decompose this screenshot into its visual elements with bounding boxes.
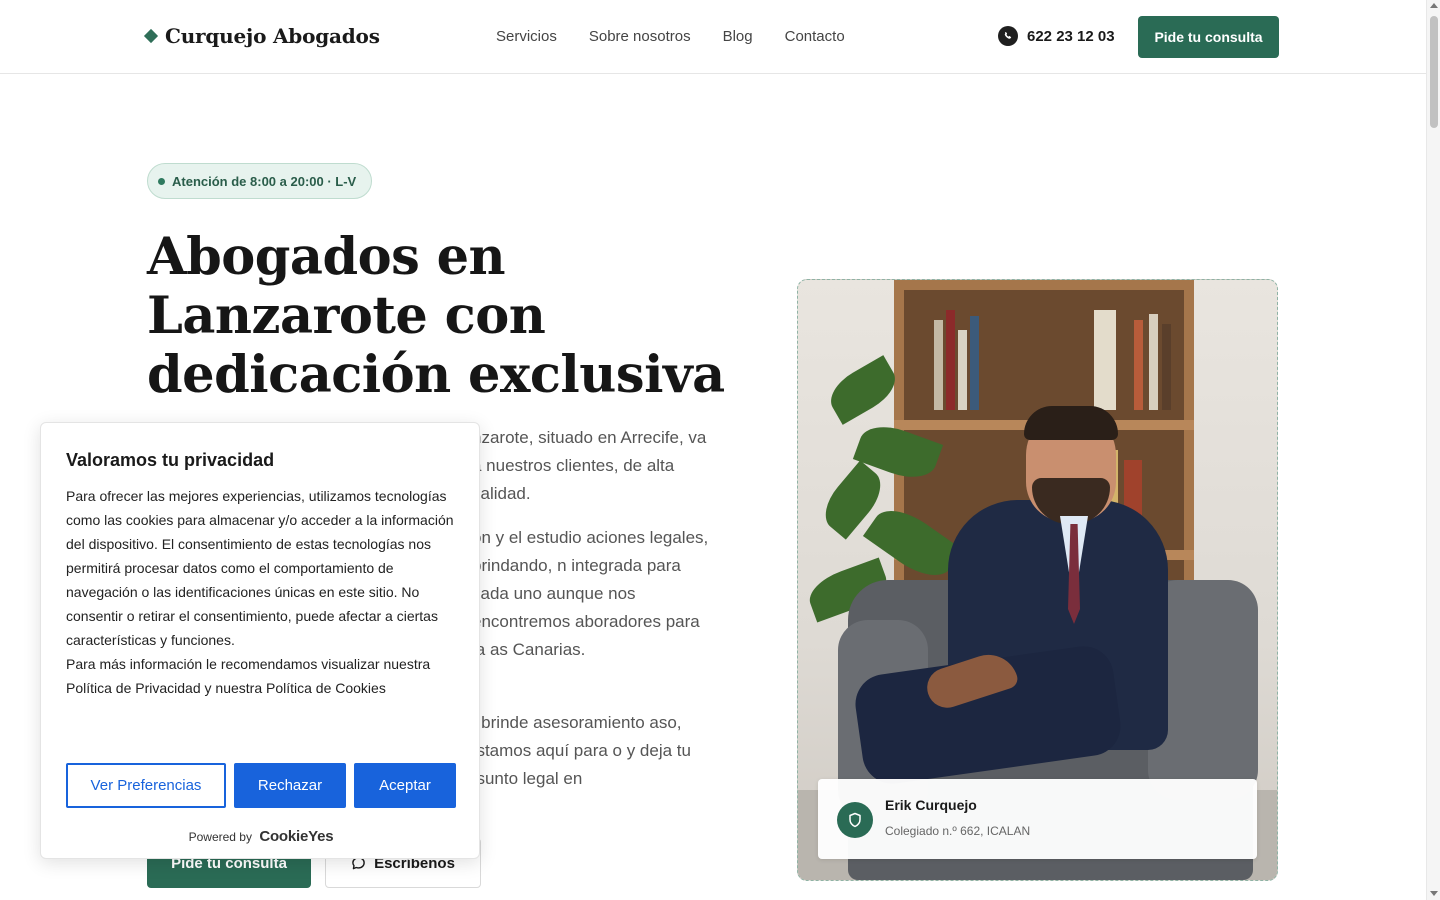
site-header: Curquejo Abogados Servicios Sobre nosotr… <box>0 0 1426 74</box>
lawyer-credential: Colegiado n.º 662, ICALAN <box>885 824 1031 838</box>
header-consult-button[interactable]: Pide tu consulta <box>1138 16 1279 58</box>
cookie-title: Valoramos tu privacidad <box>66 450 275 470</box>
page-scrollbar[interactable] <box>1426 0 1440 900</box>
cookie-text-1: Para ofrecer las mejores experiencias, u… <box>66 488 454 648</box>
scroll-down-arrow-icon[interactable] <box>1430 891 1438 896</box>
scroll-up-arrow-icon[interactable] <box>1430 3 1438 8</box>
nav-item-contacto[interactable]: Contacto <box>785 28 845 45</box>
cookieyes-logo: CookieYes <box>259 828 334 845</box>
cookie-accept-button[interactable]: Aceptar <box>354 763 456 808</box>
site-logo[interactable]: Curquejo Abogados <box>143 24 380 48</box>
hours-badge: Atención de 8:00 a 20:00 · L-V <box>147 163 373 199</box>
cookie-consent-banner: Valoramos tu privacidad Para ofrecer las… <box>40 422 480 859</box>
lawyer-name-card: Erik Curquejo Colegiado n.º 662, ICALAN <box>818 779 1257 859</box>
cookie-buttons: Ver Preferencias Rechazar Aceptar <box>66 763 456 808</box>
phone-link[interactable]: 622 23 12 03 <box>998 26 1115 46</box>
main-nav: Servicios Sobre nosotros Blog Contacto <box>496 28 845 45</box>
logo-diamond-icon <box>143 28 159 44</box>
nav-item-blog[interactable]: Blog <box>723 28 753 45</box>
cookie-description: Para ofrecer las mejores experiencias, u… <box>66 484 461 700</box>
cookie-preferences-button[interactable]: Ver Preferencias <box>66 763 226 808</box>
shield-icon <box>837 802 873 838</box>
cookie-reject-button[interactable]: Rechazar <box>234 763 346 808</box>
scroll-thumb[interactable] <box>1430 16 1438 128</box>
cookie-text-2: Para más información le recomendamos vis… <box>66 656 431 696</box>
nav-item-sobre-nosotros[interactable]: Sobre nosotros <box>589 28 691 45</box>
hero-title: Abogados en Lanzarote con dedicación exc… <box>147 227 725 405</box>
phone-number: 622 23 12 03 <box>1027 27 1115 45</box>
nav-item-servicios[interactable]: Servicios <box>496 28 557 45</box>
powered-by-label: Powered by <box>188 830 252 844</box>
lawyer-name: Erik Curquejo <box>885 797 977 813</box>
lawyer-photo-card: Erik Curquejo Colegiado n.º 662, ICALAN <box>797 279 1278 881</box>
powered-by[interactable]: Powered by CookieYes <box>41 828 481 845</box>
whatsapp-icon <box>998 26 1018 46</box>
logo-text: Curquejo Abogados <box>165 24 380 48</box>
